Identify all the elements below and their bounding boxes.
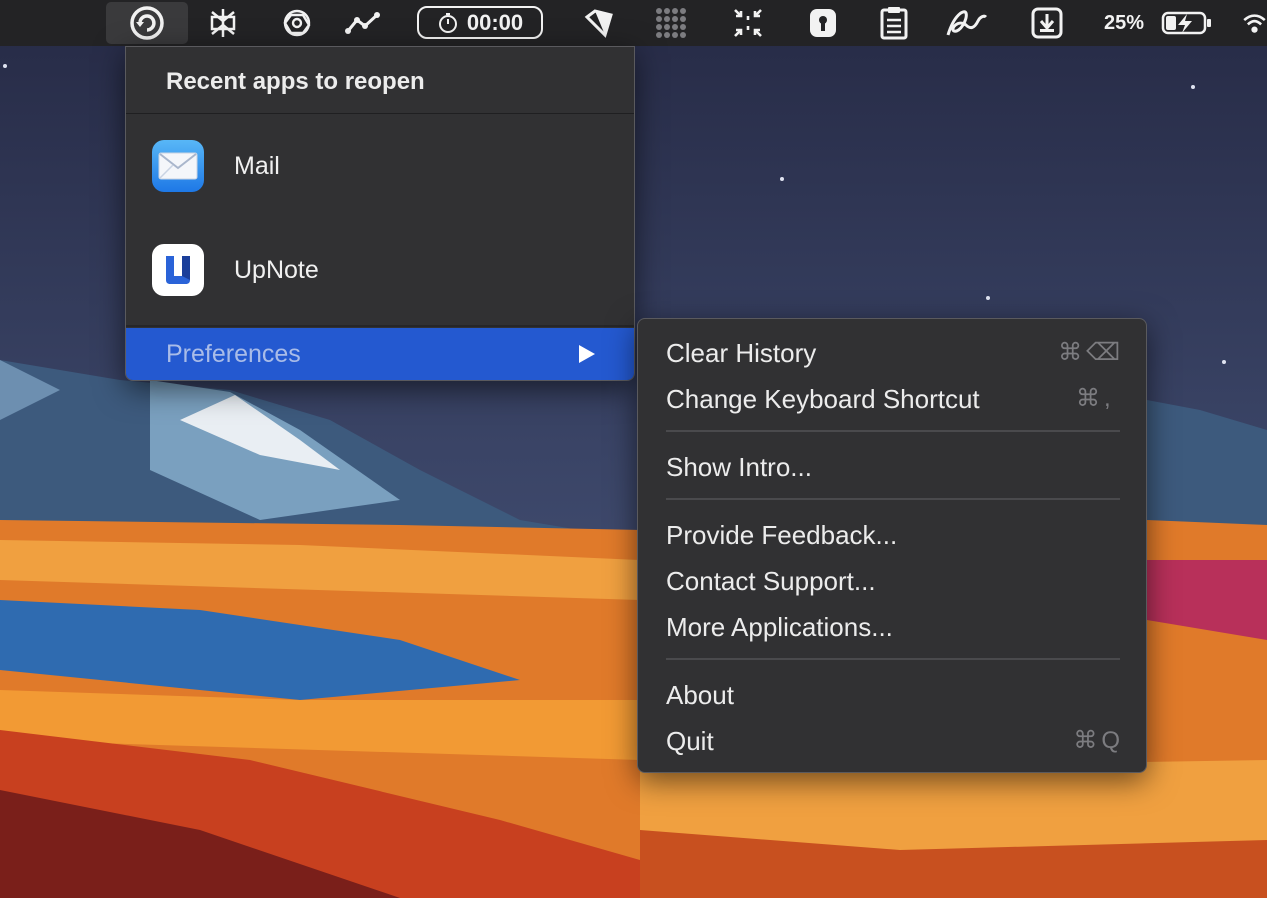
app-label: Mail	[234, 152, 280, 180]
menu-item-label: About	[666, 680, 734, 710]
keyboard-shortcut: ⌘ ,	[1076, 377, 1120, 421]
recent-app-mail[interactable]: Mail	[126, 115, 634, 215]
command-key-symbol: ⌘	[1058, 339, 1083, 366]
recent-app-upnote[interactable]: UpNote	[126, 219, 634, 319]
wifi-icon[interactable]	[1242, 0, 1267, 46]
change-keyboard-shortcut-menu-item[interactable]: Change Keyboard Shortcut ⌘ ,	[666, 377, 1120, 421]
menu-divider	[126, 113, 634, 114]
upnote-app-icon	[152, 244, 204, 296]
keyboard-shortcut: ⌘ Q	[1073, 719, 1120, 763]
provide-feedback-menu-item[interactable]: Provide Feedback...	[666, 513, 1120, 557]
menu-divider	[666, 498, 1120, 500]
battery-charging-icon[interactable]	[1160, 0, 1214, 46]
timer-icon	[438, 12, 457, 33]
preferences-label: Preferences	[166, 340, 301, 368]
quit-menu-item[interactable]: Quit ⌘ Q	[666, 719, 1120, 763]
menu-divider	[666, 658, 1120, 660]
menu-bar: 00:00 25%	[0, 0, 1267, 46]
mail-app-icon	[152, 140, 204, 192]
recent-apps-menu: Recent apps to reopen Mail UpNote Prefer…	[125, 46, 635, 381]
comma-key-symbol: ,	[1104, 385, 1111, 412]
preferences-menu-item[interactable]: Preferences	[126, 328, 634, 380]
menu-divider	[666, 430, 1120, 432]
keyboard-shortcut: ⌘ ⌫	[1058, 331, 1120, 375]
chatgpt-icon[interactable]	[278, 0, 316, 46]
bookmark-tag-icon[interactable]	[581, 0, 617, 46]
menu-header: Recent apps to reopen	[166, 68, 425, 95]
timer-value: 00:00	[466, 9, 524, 35]
show-intro-menu-item[interactable]: Show Intro...	[666, 445, 1120, 489]
grid-dots-icon[interactable]	[652, 0, 690, 46]
timer-widget[interactable]: 00:00	[417, 6, 543, 39]
menu-item-label: Change Keyboard Shortcut	[666, 384, 980, 414]
perplexity-icon[interactable]	[204, 0, 242, 46]
menu-item-label: Provide Feedback...	[666, 520, 898, 550]
arrows-collapse-icon[interactable]	[728, 0, 768, 46]
menu-item-label: Contact Support...	[666, 566, 876, 596]
preferences-submenu: Clear History ⌘ ⌫ Change Keyboard Shortc…	[637, 318, 1147, 773]
about-menu-item[interactable]: About	[666, 673, 1120, 717]
keyhole-lock-icon[interactable]	[805, 0, 841, 46]
download-box-icon[interactable]	[1028, 0, 1066, 46]
signature-icon[interactable]	[942, 0, 990, 46]
menu-item-label: More Applications...	[666, 612, 893, 642]
more-applications-menu-item[interactable]: More Applications...	[666, 605, 1120, 649]
q-key-symbol: Q	[1101, 727, 1120, 754]
app-label: UpNote	[234, 256, 319, 284]
command-key-symbol: ⌘	[1073, 727, 1098, 754]
battery-percent: 25%	[1104, 12, 1145, 34]
menu-item-label: Show Intro...	[666, 452, 812, 482]
activity-graph-icon[interactable]	[343, 0, 383, 46]
contact-support-menu-item[interactable]: Contact Support...	[666, 559, 1120, 603]
clipboard-icon[interactable]	[876, 0, 912, 46]
menu-item-label: Clear History	[666, 338, 817, 368]
menu-item-label: Quit	[666, 726, 714, 756]
chevron-right-icon	[579, 345, 595, 363]
clear-history-menu-item[interactable]: Clear History ⌘ ⌫	[666, 331, 1120, 375]
delete-key-symbol: ⌫	[1086, 339, 1120, 366]
menu-divider	[126, 325, 634, 327]
reopen-app-icon[interactable]	[106, 2, 188, 44]
command-key-symbol: ⌘	[1076, 385, 1100, 412]
